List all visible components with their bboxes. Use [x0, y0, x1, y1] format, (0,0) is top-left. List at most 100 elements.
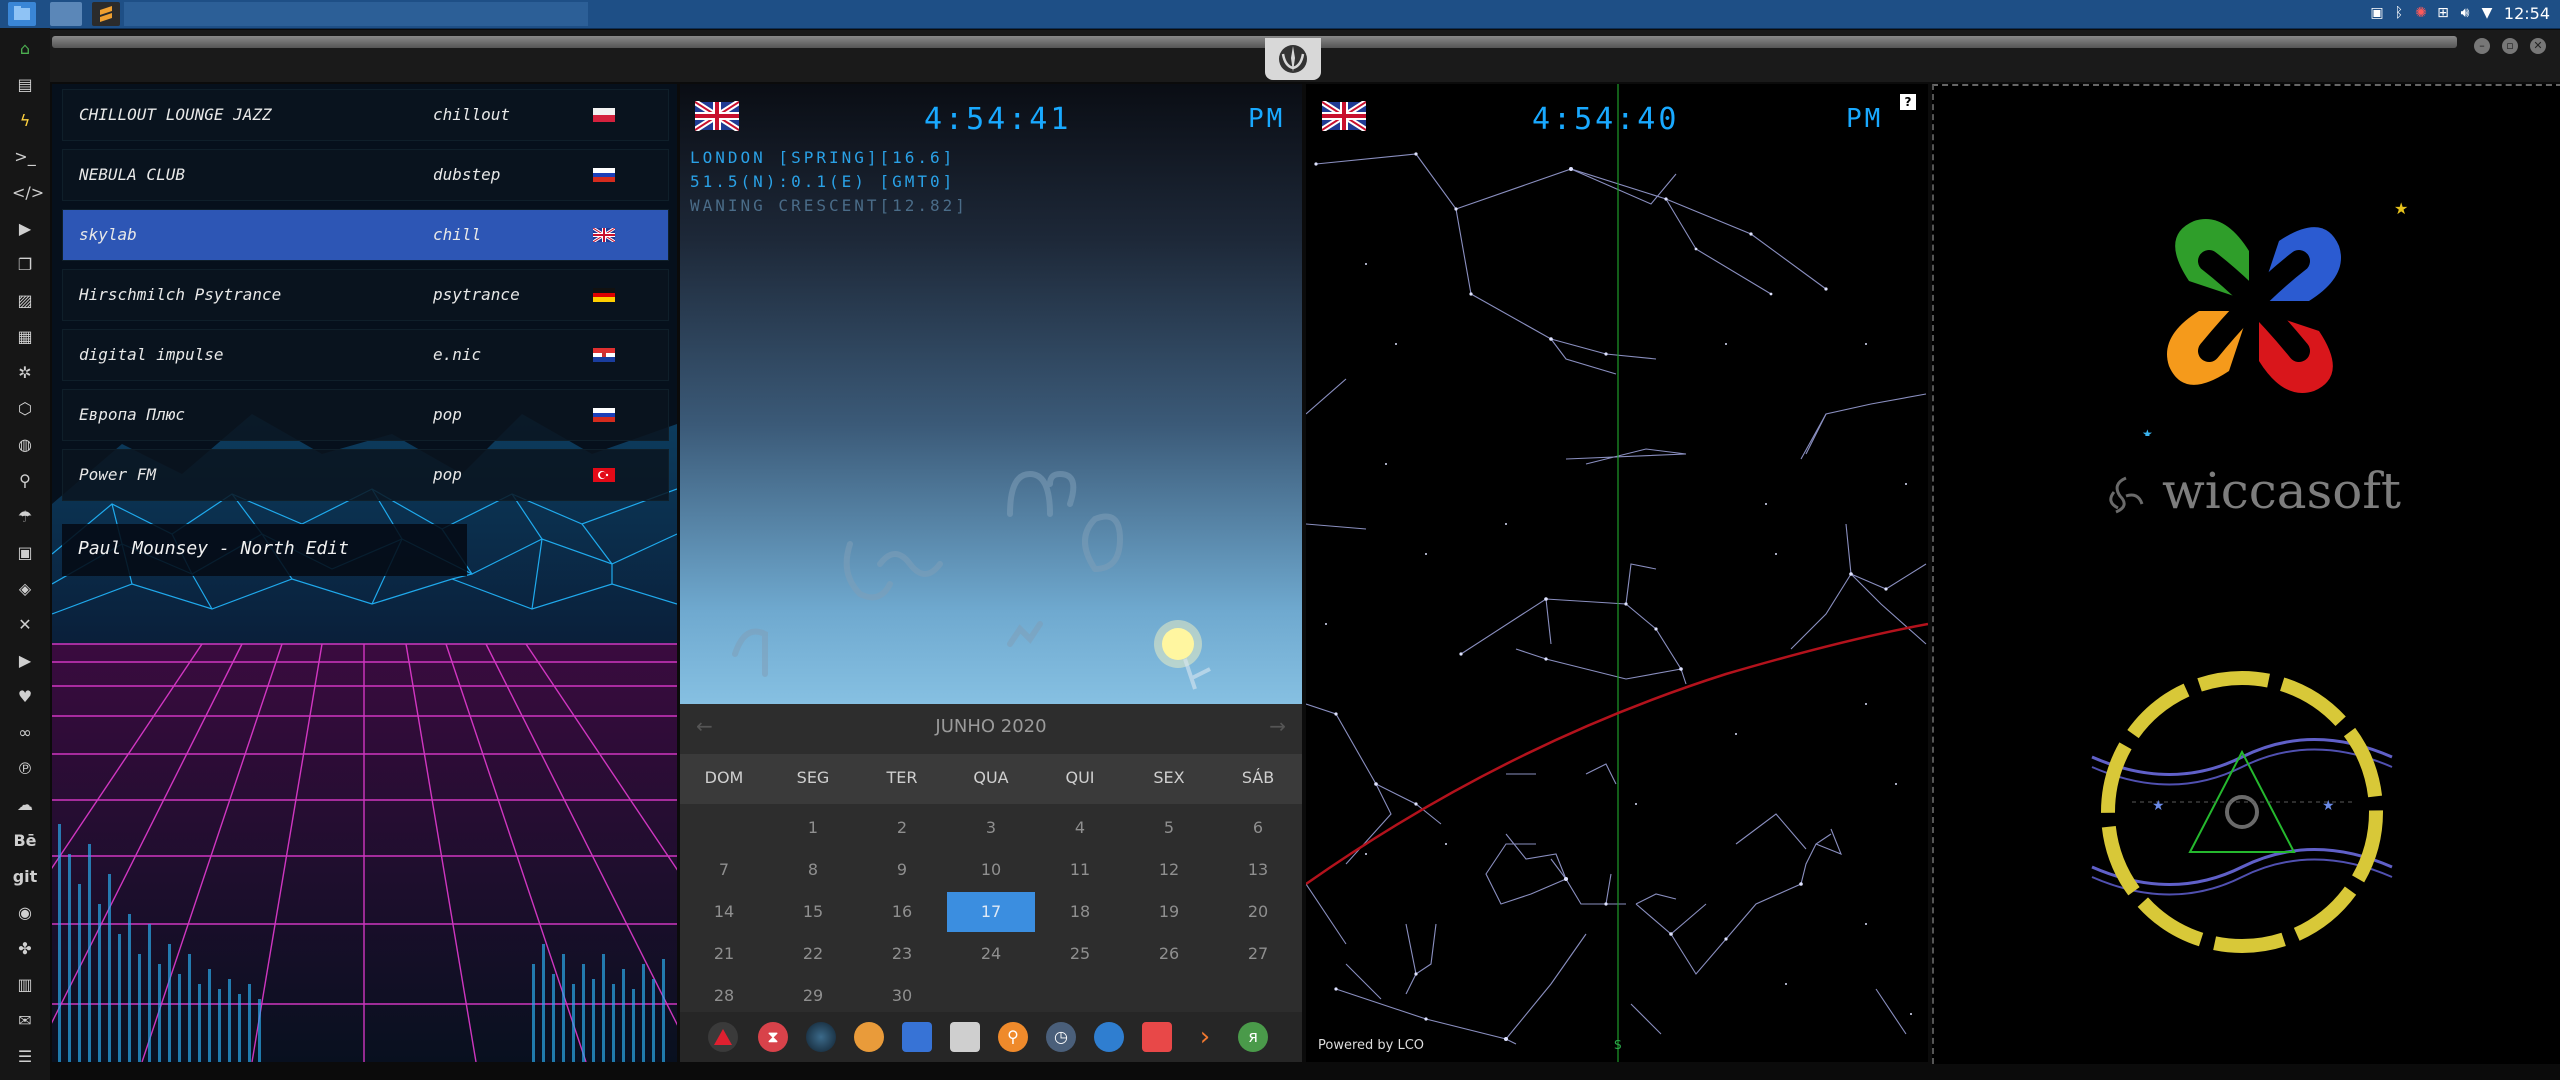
- calendar-red-app-icon[interactable]: [1142, 1022, 1172, 1052]
- git-icon[interactable]: git: [12, 864, 38, 890]
- clock-app-icon[interactable]: ◷: [1046, 1022, 1076, 1052]
- code-icon[interactable]: </>: [12, 180, 44, 206]
- lightning-icon[interactable]: ϟ: [12, 108, 38, 134]
- yandex-app-icon[interactable]: я: [1238, 1022, 1268, 1052]
- next-month-button[interactable]: →: [1269, 714, 1286, 738]
- calendar-day[interactable]: 27: [1214, 934, 1302, 974]
- calendar-app-icon[interactable]: [950, 1022, 980, 1052]
- heart-icon[interactable]: ♥: [12, 684, 38, 710]
- globe-icon[interactable]: ◍: [12, 432, 38, 458]
- weekday-label: TER: [886, 768, 918, 787]
- umbrella-icon[interactable]: ☂: [12, 504, 38, 530]
- calendar-day[interactable]: 21: [680, 934, 768, 974]
- puzzle-icon[interactable]: ✤: [12, 936, 38, 962]
- uk-flag-icon: [593, 228, 615, 242]
- calendar-day[interactable]: 10: [947, 850, 1035, 890]
- calendar-day[interactable]: 15: [769, 892, 857, 932]
- photos-app-icon[interactable]: [854, 1022, 884, 1052]
- document-icon[interactable]: ▤: [12, 72, 38, 98]
- station-row[interactable]: Power FM pop: [62, 449, 669, 501]
- terminal-icon[interactable]: >_: [12, 144, 38, 170]
- calendar-day[interactable]: 19: [1125, 892, 1213, 932]
- calendar-day[interactable]: 7: [680, 850, 768, 890]
- calendar-day[interactable]: 11: [1036, 850, 1124, 890]
- calendar-day[interactable]: 3: [947, 808, 1035, 848]
- storage-icon[interactable]: ☰: [12, 1044, 38, 1070]
- calendar-day[interactable]: 4: [1036, 808, 1124, 848]
- gear-icon[interactable]: ✲: [12, 360, 38, 386]
- search-icon[interactable]: ⚲: [12, 468, 38, 494]
- lco-credit[interactable]: Powered by LCO: [1318, 1038, 1424, 1053]
- tools-icon[interactable]: ✕: [12, 612, 38, 638]
- home-icon[interactable]: ⌂: [12, 36, 38, 62]
- browser-app-icon[interactable]: [1094, 1022, 1124, 1052]
- wifi-tray-icon[interactable]: ▼: [2478, 4, 2496, 22]
- calendar-day[interactable]: 6: [1214, 808, 1302, 848]
- github-icon[interactable]: ◉: [12, 900, 38, 926]
- calendar-day[interactable]: 2: [858, 808, 946, 848]
- station-row[interactable]: CHILLOUT LOUNGE JAZZ chillout: [62, 89, 669, 141]
- now-playing-bar[interactable]: Paul Mounsey - North Edit: [62, 524, 467, 576]
- alert-tray-icon[interactable]: ✺: [2412, 4, 2430, 22]
- calendar-day[interactable]: 18: [1036, 892, 1124, 932]
- image-icon[interactable]: ▨: [12, 288, 38, 314]
- tag-icon[interactable]: ◈: [12, 576, 38, 602]
- calendar-day[interactable]: 24: [947, 934, 1035, 974]
- calendar-day[interactable]: 28: [680, 976, 768, 1016]
- cloud-icon[interactable]: ☁: [12, 792, 38, 818]
- minimize-button[interactable]: –: [2474, 38, 2490, 54]
- sublime-app-icon[interactable]: [92, 2, 120, 26]
- screenshot-tray-icon[interactable]: ▣: [2368, 4, 2386, 22]
- calendar-day[interactable]: 22: [769, 934, 857, 974]
- calendar-day[interactable]: 25: [1036, 934, 1124, 974]
- calendar-day-today[interactable]: 17: [947, 892, 1035, 932]
- copy-icon[interactable]: ❐: [12, 252, 38, 278]
- rebel-alliance-logo[interactable]: [1265, 38, 1321, 80]
- translate-app-icon[interactable]: [902, 1022, 932, 1052]
- volume-tray-icon[interactable]: 🔊︎: [2456, 4, 2474, 22]
- play-icon[interactable]: ▶: [12, 216, 38, 242]
- close-button[interactable]: ✕: [2530, 38, 2546, 54]
- station-row[interactable]: digital impulse e.nic: [62, 329, 669, 381]
- pinterest-icon[interactable]: ℗: [12, 756, 38, 782]
- calendar-day[interactable]: 16: [858, 892, 946, 932]
- maximize-button[interactable]: ▫: [2502, 38, 2518, 54]
- calendar-day[interactable]: 12: [1125, 850, 1213, 890]
- search-app-icon[interactable]: ⚲: [998, 1022, 1028, 1052]
- calendar-day[interactable]: 5: [1125, 808, 1213, 848]
- calendar-day[interactable]: 8: [769, 850, 857, 890]
- station-genre: pop: [433, 465, 462, 484]
- calendar-day[interactable]: 14: [680, 892, 768, 932]
- station-row[interactable]: Hirschmilch Psytrance psytrance: [62, 269, 669, 321]
- help-button[interactable]: ?: [1900, 94, 1916, 110]
- station-row[interactable]: Европа Плюс pop: [62, 389, 669, 441]
- calendar-day[interactable]: 1: [769, 808, 857, 848]
- bluetooth-tray-icon[interactable]: ᛒ: [2390, 4, 2408, 22]
- contact-icon[interactable]: ▣: [12, 540, 38, 566]
- desktop-switcher-icon[interactable]: [50, 2, 82, 26]
- mail-icon[interactable]: ✉: [12, 1008, 38, 1034]
- calendar-day[interactable]: 20: [1214, 892, 1302, 932]
- hexagon-icon[interactable]: ⬡: [12, 396, 38, 422]
- calendar-day[interactable]: 29: [769, 976, 857, 1016]
- hourglass-app-icon[interactable]: ⧗: [758, 1022, 788, 1052]
- behance-icon[interactable]: Bē: [12, 828, 38, 854]
- taskbar-window-slot[interactable]: [124, 2, 588, 26]
- station-row-selected[interactable]: skylab chill: [62, 209, 669, 261]
- calendar-day[interactable]: 26: [1125, 934, 1213, 974]
- calendar-day[interactable]: 30: [858, 976, 946, 1016]
- calendar-day[interactable]: 9: [858, 850, 946, 890]
- network-tray-icon[interactable]: ⊞: [2434, 4, 2452, 22]
- link-icon[interactable]: ∞: [12, 720, 38, 746]
- globe-dark-app-icon[interactable]: [806, 1022, 836, 1052]
- youtube-icon[interactable]: ▶: [12, 648, 38, 674]
- map-icon[interactable]: ▥: [12, 972, 38, 998]
- arrow-app-icon[interactable]: [708, 1022, 738, 1052]
- files-launcher-icon[interactable]: [8, 2, 36, 26]
- station-row[interactable]: NEBULA CLUB dubstep: [62, 149, 669, 201]
- calendar-day[interactable]: 23: [858, 934, 946, 974]
- calendar-day[interactable]: 13: [1214, 850, 1302, 890]
- news-icon[interactable]: ▦: [12, 324, 38, 350]
- chevron-app-icon[interactable]: ›: [1190, 1022, 1220, 1052]
- system-clock[interactable]: 12:54: [2504, 4, 2550, 23]
